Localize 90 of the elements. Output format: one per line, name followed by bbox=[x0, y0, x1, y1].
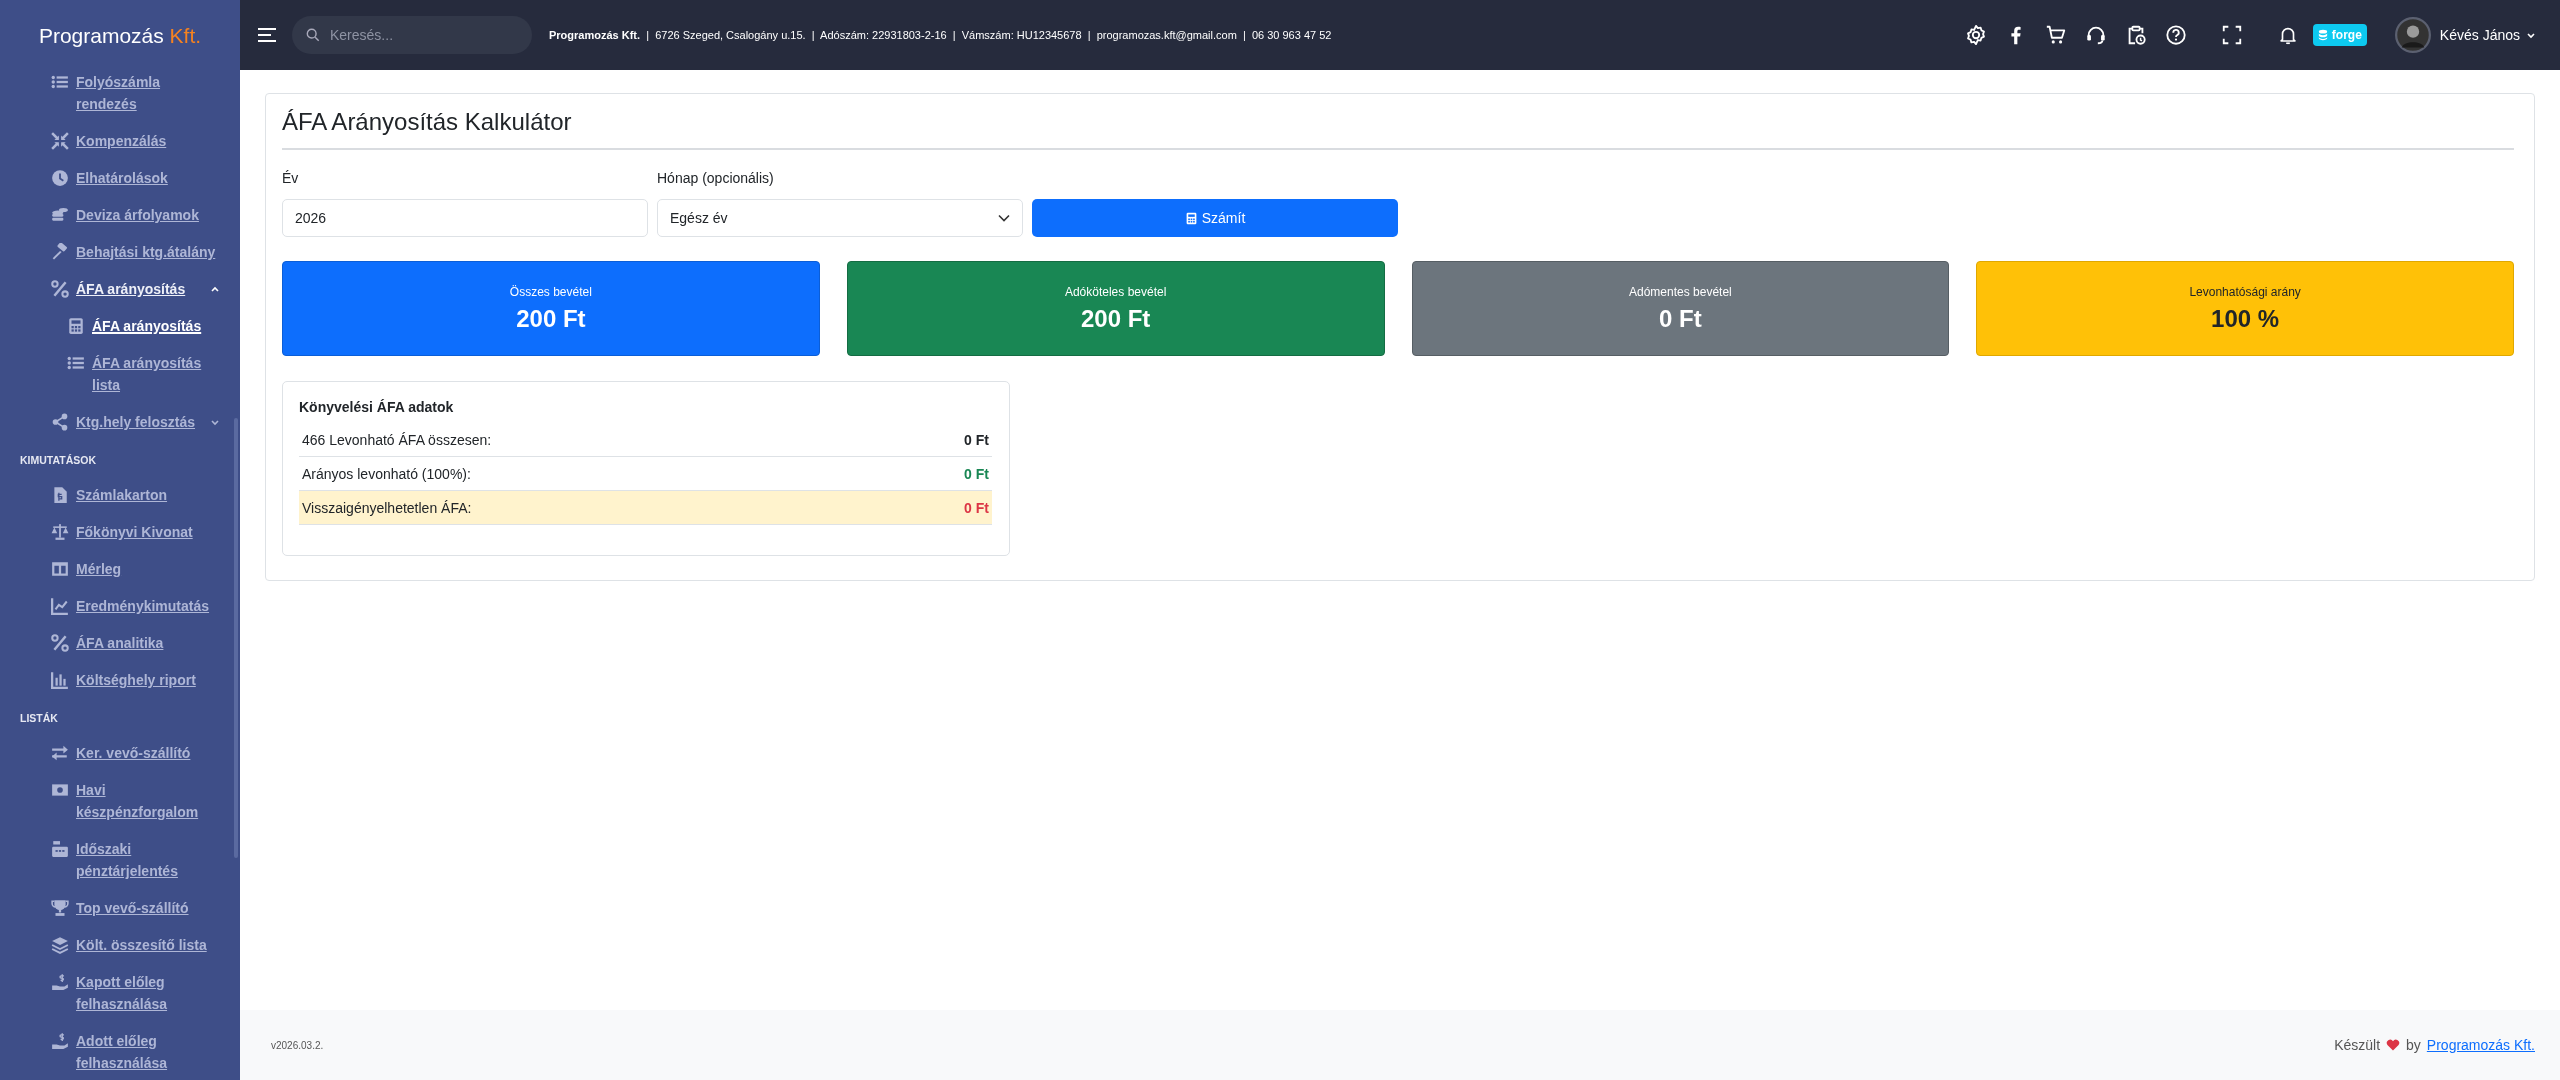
cart-icon[interactable] bbox=[2044, 24, 2067, 46]
hammer-icon bbox=[51, 243, 69, 261]
bar-chart-icon bbox=[51, 671, 69, 689]
sidebar-link[interactable]: Havi készpénzforgalom bbox=[76, 779, 220, 823]
stat-label: Összes bevétel bbox=[509, 284, 592, 299]
card-title: Könyvelési ÁFA adatok bbox=[299, 399, 455, 415]
sidebar-link[interactable]: Deviza árfolyamok bbox=[76, 204, 220, 226]
hand-coin-icon bbox=[51, 973, 69, 991]
heart-icon bbox=[2386, 1039, 2401, 1051]
row-value: 0 Ft bbox=[964, 499, 989, 516]
help-icon[interactable] bbox=[2164, 24, 2187, 46]
fullscreen-icon[interactable] bbox=[2220, 24, 2243, 46]
sidebar-link[interactable]: ÁFA arányosítás lista bbox=[92, 352, 220, 396]
company-info: Programozás Kft. | 6726 Szeged, Csalogány u.15. | Adószám: 22931803-2-16 | Vámszám: HU12345678 | programozas.kft@gmail.com | 06 30 963 47 52 bbox=[549, 29, 1332, 41]
sidebar-link[interactable]: Eredménykimutatás bbox=[76, 595, 220, 617]
sidebar-link[interactable]: Költ. összesítő lista bbox=[76, 934, 220, 956]
clock-icon bbox=[51, 169, 69, 187]
page-title: ÁFA Arányosítás Kalkulátor bbox=[282, 108, 2514, 150]
month-select[interactable]: Egész év bbox=[657, 199, 1023, 237]
chevron-down-icon bbox=[998, 214, 1010, 222]
percent-icon bbox=[51, 634, 69, 652]
document-icon bbox=[51, 486, 69, 504]
footer-text: Készült bbox=[2334, 1037, 2381, 1053]
footer-link[interactable]: Programozás Kft. bbox=[2426, 1037, 2535, 1053]
sidebar-link[interactable]: Adott előleg felhasználása bbox=[76, 1030, 220, 1074]
trophy-icon bbox=[51, 899, 69, 917]
layers-icon bbox=[51, 936, 69, 954]
section-heading: LISTÁK bbox=[19, 711, 59, 726]
sidebar-link[interactable]: Mérleg bbox=[76, 558, 220, 580]
list-icon bbox=[51, 73, 69, 91]
headset-icon[interactable] bbox=[2084, 24, 2107, 46]
calculate-button[interactable]: Számít bbox=[1032, 199, 1398, 237]
sidebar-link[interactable]: Főkönyvi Kivonat bbox=[76, 521, 220, 543]
sidebar-link[interactable]: Elhatárolások bbox=[76, 167, 220, 189]
stat-label: Levonhatósági arány bbox=[2189, 284, 2301, 299]
row-label: Arányos levonható (100%): bbox=[302, 465, 471, 482]
coins-icon bbox=[51, 206, 69, 224]
row-value: 0 Ft bbox=[964, 431, 989, 448]
row-label: Visszaigényelhetetlen ÁFA: bbox=[302, 499, 472, 516]
chevron-up-icon[interactable] bbox=[210, 284, 220, 294]
sidebar-link[interactable]: Kompenzálás bbox=[76, 130, 220, 152]
user-name[interactable]: Kévés János bbox=[2439, 27, 2520, 43]
sidebar-link[interactable]: ÁFA analitika bbox=[76, 632, 220, 654]
list-icon bbox=[67, 354, 85, 372]
hand-coin-icon bbox=[51, 1032, 69, 1050]
row-value: 0 Ft bbox=[964, 465, 989, 482]
share-icon bbox=[51, 413, 69, 431]
version-text: v2026.03.2. bbox=[271, 1039, 324, 1051]
stat-value: 100 % bbox=[2211, 304, 2280, 333]
sidebar-link[interactable]: Ktg.hely felosztás bbox=[76, 411, 210, 433]
field-label: Hónap (opcionális) bbox=[657, 170, 775, 186]
sidebar-link[interactable]: ÁFA arányosítás bbox=[92, 315, 220, 337]
badge-label: forge bbox=[2331, 28, 2362, 42]
calculator-icon bbox=[67, 317, 85, 335]
sidebar-link[interactable]: Ker. vevő-szállító bbox=[76, 742, 220, 764]
stat-label: Adómentes bevétel bbox=[1629, 284, 1732, 299]
arrows-inward-icon bbox=[51, 132, 69, 150]
row-label: 466 Levonható ÁFA összesen: bbox=[302, 431, 492, 448]
scales-icon bbox=[51, 523, 69, 541]
percent-icon bbox=[51, 280, 69, 298]
sidebar-link[interactable]: ÁFA arányosítás bbox=[76, 278, 210, 300]
sidebar-link[interactable]: Költséghely riport bbox=[76, 669, 220, 691]
menu-icon[interactable] bbox=[258, 28, 276, 42]
settings-icon[interactable] bbox=[1964, 24, 1987, 46]
year-input[interactable]: 2026 bbox=[282, 199, 648, 237]
footer-text: by bbox=[2406, 1037, 2421, 1053]
line-chart-icon bbox=[51, 597, 69, 615]
sidebar-link[interactable]: Kapott előleg felhasználása bbox=[76, 971, 220, 1015]
sidebar-link[interactable]: Számlakarton bbox=[76, 484, 220, 506]
sidebar-link[interactable]: Top vevő-szállító bbox=[76, 897, 220, 919]
arrows-icon bbox=[51, 744, 69, 762]
stat-value: 200 Ft bbox=[1080, 304, 1151, 333]
stat-value: 200 Ft bbox=[516, 304, 586, 333]
sidebar-link[interactable]: Folyószámla rendezés bbox=[76, 71, 220, 115]
sidebar-link[interactable]: Behajtási ktg.átalány bbox=[76, 241, 220, 263]
brand-logo[interactable]: Programozás Kft. bbox=[0, 0, 240, 64]
field-label: Év bbox=[282, 170, 300, 186]
stat-value: 0 Ft bbox=[1659, 304, 1702, 333]
sidebar-link[interactable]: Időszaki pénztárjelentés bbox=[76, 838, 220, 882]
database-icon bbox=[2317, 29, 2328, 41]
stat-label: Adóköteles bevétel bbox=[1064, 284, 1167, 299]
search-icon bbox=[306, 28, 320, 42]
chevron-down-icon[interactable] bbox=[2526, 30, 2536, 40]
cash-register-icon bbox=[51, 840, 69, 858]
search-field[interactable]: Keresés... bbox=[292, 16, 532, 54]
avatar[interactable] bbox=[2394, 17, 2431, 53]
columns-icon bbox=[51, 560, 69, 578]
banknote-icon bbox=[51, 781, 69, 799]
calculator-icon bbox=[1184, 211, 1198, 225]
section-heading: KIMUTATÁSOK bbox=[19, 453, 98, 468]
